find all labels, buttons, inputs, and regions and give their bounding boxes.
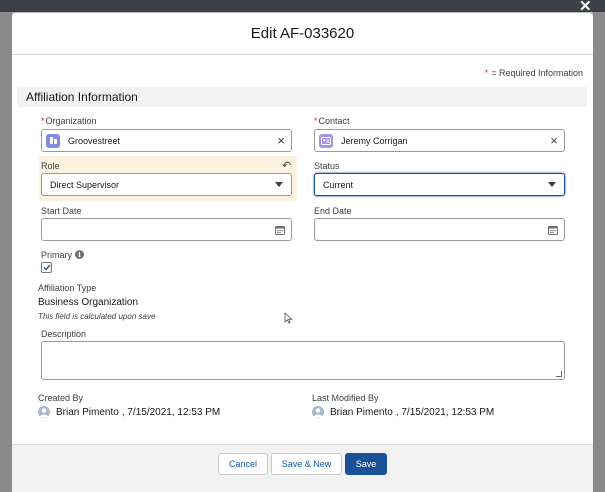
status-label: Status	[314, 161, 340, 171]
last-modified-by-date: , 7/15/2021, 12:53 PM	[395, 406, 495, 418]
background-left-panel	[0, 12, 12, 492]
end-date-label: End Date	[314, 206, 352, 216]
clear-contact-icon[interactable]: ×	[544, 134, 564, 147]
background-header	[0, 0, 605, 12]
resize-handle[interactable]	[556, 371, 562, 377]
calendar-icon[interactable]	[548, 225, 558, 235]
last-modified-by-user-link[interactable]: Brian Pimento	[330, 407, 393, 418]
created-by-row: Brian Pimento , 7/15/2021, 12:53 PM	[38, 406, 220, 418]
user-avatar-icon	[312, 406, 324, 418]
account-icon	[46, 133, 60, 148]
organization-label: *Organization	[41, 116, 97, 126]
description-textarea[interactable]	[41, 341, 565, 380]
primary-checkbox[interactable]	[41, 262, 52, 273]
info-icon[interactable]: i	[75, 250, 84, 259]
status-select[interactable]: Current	[314, 173, 565, 196]
last-modified-by-label: Last Modified By	[312, 393, 379, 403]
save-and-new-button[interactable]: Save & New	[271, 453, 342, 475]
required-information-note: * = Required Information	[484, 68, 583, 78]
modal-title: Edit AF-033620	[250, 25, 355, 42]
mouse-cursor-icon	[284, 312, 293, 324]
description-label: Description	[41, 329, 87, 339]
created-by-label: Created By	[38, 393, 84, 403]
contact-lookup[interactable]: Jeremy Corrigan ×	[314, 129, 565, 152]
affiliation-type-hint: This field is calculated upon save	[38, 312, 156, 321]
cancel-button[interactable]: Cancel	[218, 453, 268, 475]
required-star: *	[314, 116, 318, 126]
modal-header: Edit AF-033620	[12, 13, 593, 55]
role-label: Role	[41, 161, 60, 171]
contact-value: Jeremy Corrigan	[341, 135, 408, 146]
clear-organization-icon[interactable]: ×	[271, 134, 291, 147]
affiliation-type-label: Affiliation Type	[38, 283, 97, 293]
undo-icon[interactable]: ↶	[282, 159, 291, 172]
chevron-down-icon	[275, 182, 283, 187]
contact-label: *Contact	[314, 116, 350, 126]
calendar-icon[interactable]	[275, 225, 285, 235]
created-by-user-link[interactable]: Brian Pimento	[56, 407, 119, 418]
organization-lookup[interactable]: Groovestreet ×	[41, 129, 292, 152]
save-button[interactable]: Save	[345, 453, 387, 475]
status-value: Current	[323, 179, 354, 190]
chevron-down-icon	[548, 182, 556, 187]
background-right-panel	[593, 12, 605, 492]
last-modified-by-row: Brian Pimento , 7/15/2021, 12:53 PM	[312, 406, 494, 418]
required-star: *	[41, 116, 45, 126]
section-header-affiliation-information[interactable]: Affiliation Information	[17, 87, 587, 107]
contact-card-icon	[319, 133, 333, 148]
start-date-label: Start Date	[41, 206, 82, 216]
end-date-input[interactable]	[314, 218, 565, 241]
affiliation-type-value: Business Organization	[38, 297, 139, 308]
start-date-input[interactable]	[41, 218, 292, 241]
edit-affiliation-modal: Edit AF-033620 * = Required Information A…	[12, 13, 593, 492]
organization-value: Groovestreet	[68, 135, 121, 146]
created-by-date: , 7/15/2021, 12:53 PM	[121, 406, 221, 418]
checkmark-icon	[43, 264, 51, 271]
primary-label: Primary	[41, 250, 72, 260]
required-star: *	[484, 68, 489, 78]
role-select[interactable]: Direct Supervisor	[41, 173, 292, 196]
role-value: Direct Supervisor	[50, 179, 120, 190]
section-title: Affiliation Information	[26, 90, 138, 104]
user-avatar-icon	[38, 406, 50, 418]
modal-footer: Cancel Save & New Save	[12, 444, 593, 492]
